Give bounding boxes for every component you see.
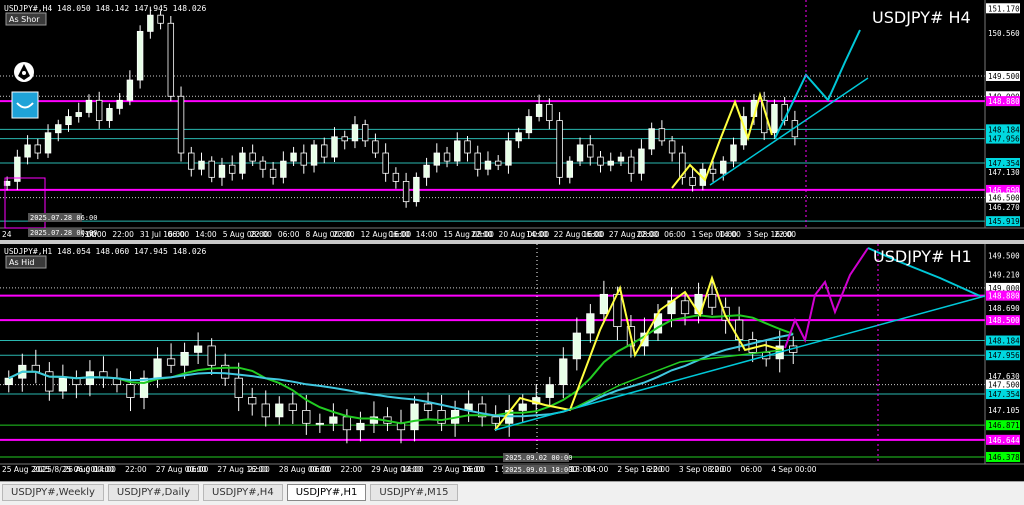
candle — [771, 99, 778, 139]
time-label: 14:00 — [587, 465, 609, 474]
h1-hide-button-label[interactable]: As Hid — [9, 258, 35, 267]
time-label: 14:00 — [94, 465, 116, 474]
chart-tab[interactable]: USDJPY#,M15 — [370, 484, 458, 501]
time-label: 22:00 — [710, 465, 732, 474]
price-label: 147.956 — [988, 135, 1020, 144]
price-label: 148.880 — [988, 97, 1020, 106]
time-label: 14:00 — [526, 230, 548, 239]
price-label: 146.644 — [988, 436, 1020, 445]
time-label: 22:00 — [112, 230, 134, 239]
price-label: 151.170 — [988, 4, 1020, 13]
h1-chart-panel[interactable]: 149.500149.210149.000148.880148.690148.5… — [0, 244, 1024, 481]
h4-symbol-title: USDJPY# H4 — [872, 8, 971, 27]
candle — [177, 86, 185, 162]
time-label: 14:00 — [416, 230, 438, 239]
price-label: 145.919 — [988, 217, 1020, 226]
time-label: 22:00 — [250, 230, 272, 239]
time-label: 14:00 — [402, 465, 424, 474]
price-label: 147.956 — [988, 351, 1020, 360]
price-label: 147.354 — [988, 390, 1020, 399]
price-label: 148.690 — [988, 304, 1020, 313]
time-label: 22:00 — [636, 230, 658, 239]
price-label: 148.880 — [988, 292, 1020, 301]
time-label: 14:00 — [195, 230, 217, 239]
chart-tab[interactable]: USDJPY#,H1 — [286, 484, 367, 501]
time-label: 4 Sep 00:00 — [771, 465, 817, 474]
price-label: 147.354 — [988, 159, 1020, 168]
time-label: 22:00 — [333, 230, 355, 239]
time-label: 22:00 — [248, 465, 270, 474]
price-label: 148.500 — [988, 316, 1020, 325]
candle — [556, 112, 563, 185]
panel-splitter[interactable] — [0, 240, 1024, 244]
price-label: 150.560 — [988, 29, 1020, 38]
h4-plot-bg — [0, 0, 985, 240]
h4-crosshair-date2: 2025.07.28 00:00 — [30, 229, 97, 237]
time-label: 06:00 — [168, 230, 190, 239]
price-label: 149.500 — [988, 72, 1020, 81]
smile-icon[interactable] — [11, 91, 39, 119]
price-label: 148.184 — [988, 337, 1020, 346]
h1-crosshair-date2: 2025.09.01 18:00 — [505, 466, 572, 474]
h4-show-button-label[interactable]: As Shor — [9, 15, 40, 24]
time-label: 06:00 — [278, 230, 300, 239]
price-label: 147.105 — [988, 406, 1020, 415]
time-label: 24 — [2, 230, 12, 239]
time-label: 22:00 — [648, 465, 670, 474]
price-label: 149.210 — [988, 270, 1020, 279]
price-label: 147.130 — [988, 168, 1020, 177]
h1-header: USDJPY#,H1 148.054 148.060 147.945 148.0… — [4, 247, 206, 256]
h1-symbol-title: USDJPY# H1 — [873, 247, 972, 266]
time-label: 06:00 — [740, 465, 762, 474]
h4-chart-panel[interactable]: 151.170150.560149.500149.000148.880148.1… — [0, 0, 1024, 240]
h1-plot-bg — [0, 244, 985, 481]
time-label: 06:00 — [464, 465, 486, 474]
price-label: 146.270 — [988, 203, 1020, 212]
time-label: 06:00 — [187, 465, 209, 474]
chart-tab[interactable]: USDJPY#,H4 — [203, 484, 283, 501]
price-label: 147.500 — [988, 381, 1020, 390]
candle — [167, 15, 175, 102]
candle — [413, 172, 420, 207]
time-label: 22:00 — [471, 230, 493, 239]
candle — [136, 25, 144, 89]
price-label: 148.184 — [988, 125, 1020, 134]
time-label: 22:00 — [774, 230, 796, 239]
h4-header: USDJPY#,H4 148.050 148.142 147.945 148.0… — [4, 4, 206, 13]
time-label: 22:00 — [125, 465, 147, 474]
price-label: 146.871 — [988, 421, 1020, 430]
time-label: 22:00 — [340, 465, 362, 474]
h1-crosshair-date: 2025.09.02 00:00 — [505, 454, 572, 462]
price-label: 149.500 — [988, 252, 1020, 261]
pen-icon[interactable] — [14, 62, 34, 82]
time-label: 06:00 — [664, 230, 686, 239]
chart-tab[interactable]: USDJPY#,Weekly — [2, 484, 104, 501]
chart-tab-bar: USDJPY#,Weekly USDJPY#,Daily USDJPY#,H4 USD… — [0, 481, 1024, 505]
chart-area[interactable]: 151.170150.560149.500149.000148.880148.1… — [0, 0, 1024, 481]
chart-tab[interactable]: USDJPY#,Daily — [107, 484, 199, 501]
price-label: 146.500 — [988, 194, 1020, 203]
time-label: 06:00 — [388, 230, 410, 239]
time-label: 06:00 — [581, 230, 603, 239]
h4-crosshair-date: 2025.07.28 06:00 — [30, 214, 97, 222]
price-label: 146.378 — [988, 453, 1020, 462]
time-label: 06:00 — [310, 465, 332, 474]
time-label: 14:00 — [719, 230, 741, 239]
